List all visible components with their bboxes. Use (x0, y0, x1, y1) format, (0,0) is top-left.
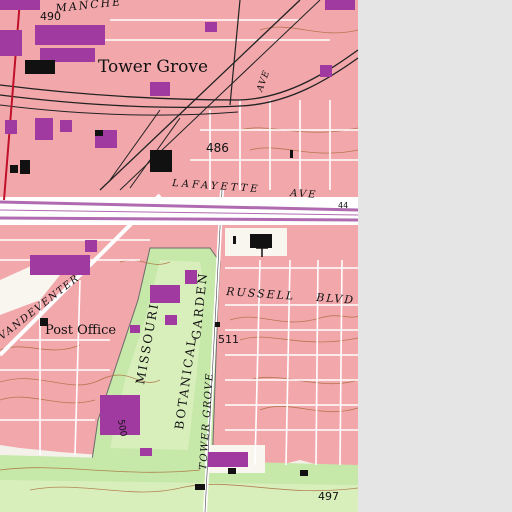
street-label-lafayette-ave: AVE (289, 188, 318, 201)
elevation-label-497: 497 (318, 490, 339, 503)
building-label-post-office: Post Office (45, 323, 116, 338)
elevation-label-511: 511 (218, 333, 239, 346)
tower-grove-park (0, 455, 358, 512)
elevation-label-490: 490 (40, 10, 61, 23)
elevation-label-486: 486 (206, 141, 229, 155)
topographic-map[interactable]: Tower Grove LAFAYETTE AVE RUSSELL BLVD M… (0, 0, 512, 512)
highway-shield-44: 44 (338, 201, 348, 210)
street-label-russell-blvd: BLVD (315, 291, 356, 307)
place-label-tower-grove: Tower Grove (98, 57, 208, 77)
interstate-highway (0, 197, 359, 225)
